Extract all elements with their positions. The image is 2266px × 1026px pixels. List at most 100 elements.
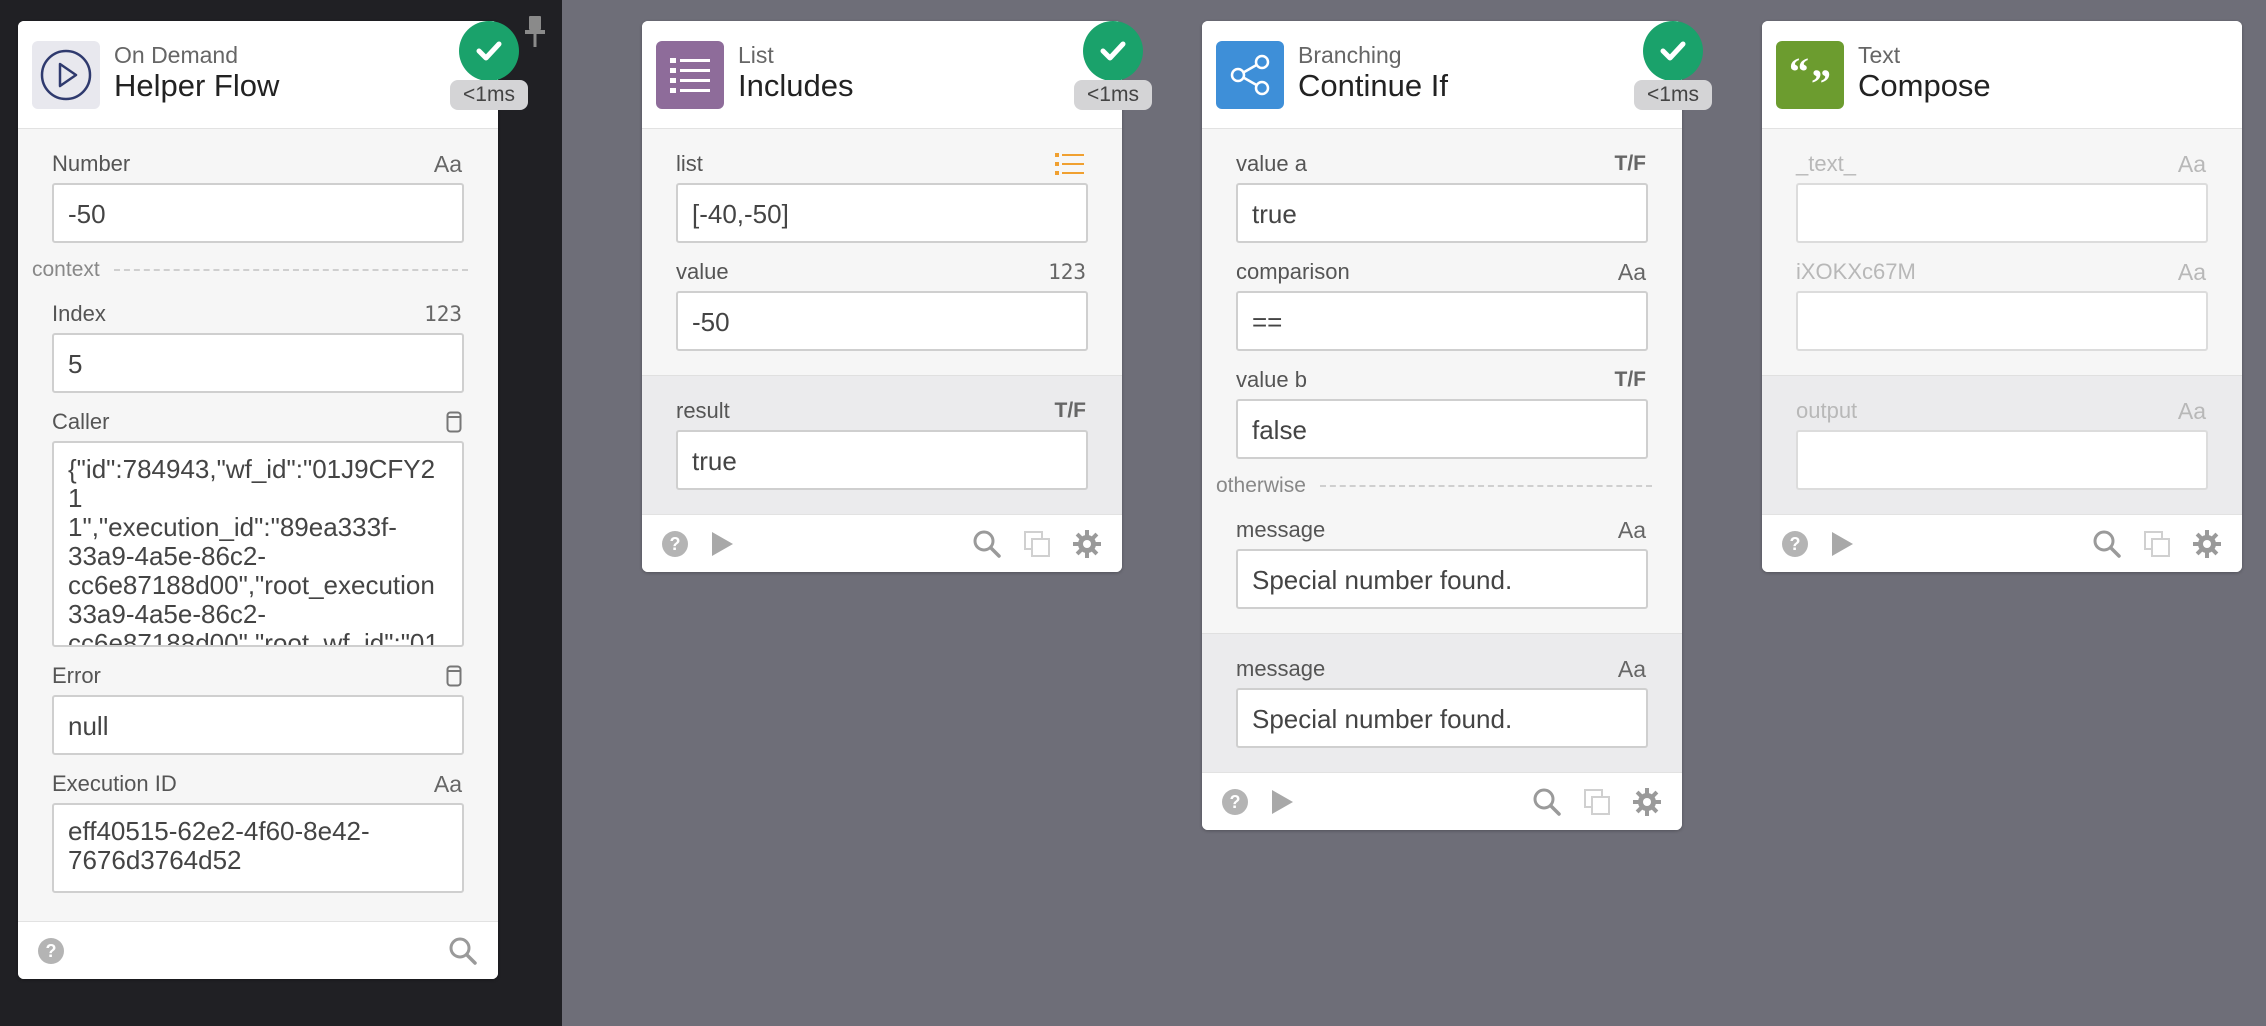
card-header[interactable]: List Includes bbox=[642, 21, 1122, 129]
execution-time: <1ms bbox=[1634, 80, 1712, 110]
variable-input[interactable] bbox=[1796, 291, 2208, 351]
field-label: Caller bbox=[52, 409, 110, 434]
boolean-type-icon: T/F bbox=[1054, 399, 1087, 422]
text-type-icon: Aa bbox=[1617, 655, 1646, 682]
field-number: Number Aa -50 bbox=[52, 145, 464, 243]
card-header[interactable]: Branching Continue If bbox=[1202, 21, 1682, 129]
field-comparison: comparison Aa == bbox=[1236, 253, 1648, 351]
field-output: output Aa bbox=[1796, 392, 2208, 490]
list-type-icon bbox=[1055, 153, 1084, 175]
play-icon[interactable] bbox=[1266, 787, 1296, 817]
copy-icon[interactable] bbox=[2142, 529, 2172, 559]
help-icon[interactable]: ? bbox=[1220, 787, 1250, 817]
field-label: value bbox=[676, 259, 729, 284]
card-title: Compose bbox=[1858, 68, 1991, 103]
card-footer: ? bbox=[1762, 514, 2242, 572]
field-label: list bbox=[676, 151, 703, 176]
card-category: Text bbox=[1858, 42, 1901, 68]
card-category: List bbox=[738, 42, 774, 68]
search-icon[interactable] bbox=[972, 529, 1002, 559]
card-title: Helper Flow bbox=[114, 68, 280, 103]
message-input[interactable]: Special number found. bbox=[1236, 549, 1648, 609]
field-list: list [-40,-50] bbox=[676, 145, 1088, 243]
play-icon[interactable] bbox=[1826, 529, 1856, 559]
card-header[interactable]: On Demand Helper Flow bbox=[18, 21, 498, 129]
gear-icon[interactable] bbox=[1632, 787, 1662, 817]
field-label: value a bbox=[1236, 151, 1307, 176]
boolean-type-icon: T/F bbox=[1614, 152, 1647, 175]
number-input[interactable]: -50 bbox=[52, 183, 464, 243]
continue-if-card[interactable]: Branching Continue If value a T/F true co… bbox=[1202, 21, 1682, 830]
svg-text:?: ? bbox=[1230, 792, 1241, 812]
svg-text:“: “ bbox=[1789, 57, 1809, 93]
number-type-icon: 123 bbox=[424, 302, 462, 326]
share-icon bbox=[1216, 41, 1284, 109]
execution-time: <1ms bbox=[450, 80, 528, 110]
card-category: On Demand bbox=[114, 42, 239, 68]
output-field[interactable] bbox=[1796, 430, 2208, 490]
section-divider: context bbox=[32, 253, 484, 287]
copy-icon[interactable] bbox=[1582, 787, 1612, 817]
list-icon bbox=[656, 41, 724, 109]
section-label: otherwise bbox=[1216, 474, 1306, 497]
copy-icon[interactable] bbox=[1022, 529, 1052, 559]
caller-input[interactable]: {"id":784943,"wf_id":"01J9CFY21 1","exec… bbox=[52, 441, 464, 647]
field-index: Index 123 5 bbox=[52, 295, 464, 393]
section-label: context bbox=[32, 258, 100, 281]
error-input[interactable]: null bbox=[52, 695, 464, 755]
execution-time: <1ms bbox=[1074, 80, 1152, 110]
gear-icon[interactable] bbox=[1072, 529, 1102, 559]
value-b-input[interactable]: false bbox=[1236, 399, 1648, 459]
search-icon[interactable] bbox=[448, 936, 478, 966]
field-value: value 123 -50 bbox=[676, 253, 1088, 351]
text-type-icon: Aa bbox=[1617, 516, 1646, 543]
field-label: Error bbox=[52, 663, 101, 688]
field-label: Execution ID bbox=[52, 771, 177, 796]
field-value-a: value a T/F true bbox=[1236, 145, 1648, 243]
text-compose-card[interactable]: “ ” Text Compose _text_ Aa iXOKXc67M Aa ou… bbox=[1762, 21, 2242, 572]
database-icon bbox=[446, 411, 462, 433]
list-includes-card[interactable]: List Includes list [-40,-50] value 123 -5… bbox=[642, 21, 1122, 572]
field-error: Error null bbox=[52, 657, 464, 755]
gear-icon[interactable] bbox=[2192, 529, 2222, 559]
check-icon bbox=[459, 21, 519, 81]
text-type-icon: Aa bbox=[2177, 397, 2206, 424]
index-input[interactable]: 5 bbox=[52, 333, 464, 393]
play-circle-icon bbox=[32, 41, 100, 109]
field-text: _text_ Aa bbox=[1796, 145, 2208, 243]
text-type-icon: Aa bbox=[2177, 258, 2206, 285]
output-section: result T/F true bbox=[642, 375, 1122, 514]
help-icon[interactable]: ? bbox=[660, 529, 690, 559]
card-header[interactable]: “ ” Text Compose bbox=[1762, 21, 2242, 129]
field-label: iXOKXc67M bbox=[1796, 259, 1916, 284]
search-icon[interactable] bbox=[1532, 787, 1562, 817]
helper-flow-card[interactable]: On Demand Helper Flow Number Aa -50 conte… bbox=[18, 21, 498, 979]
output-section: message Aa Special number found. bbox=[1202, 633, 1682, 772]
field-label: Number bbox=[52, 151, 131, 176]
execution-id-input[interactable]: eff40515-62e2-4f60-8e42- 7676d3764d52 bbox=[52, 803, 464, 893]
success-badge: <1ms bbox=[1074, 21, 1152, 117]
value-input[interactable]: -50 bbox=[676, 291, 1088, 351]
message-output[interactable]: Special number found. bbox=[1236, 688, 1648, 748]
field-execution-id: Execution ID Aa eff40515-62e2-4f60-8e42- … bbox=[52, 765, 464, 893]
text-input[interactable] bbox=[1796, 183, 2208, 243]
card-title: Continue If bbox=[1298, 68, 1448, 103]
field-label: _text_ bbox=[1796, 151, 1856, 176]
result-output[interactable]: true bbox=[676, 430, 1088, 490]
field-label: Index bbox=[52, 301, 106, 326]
comparison-input[interactable]: == bbox=[1236, 291, 1648, 351]
text-type-icon: Aa bbox=[433, 150, 462, 177]
search-icon[interactable] bbox=[2092, 529, 2122, 559]
field-label: result bbox=[676, 398, 730, 423]
value-a-input[interactable]: true bbox=[1236, 183, 1648, 243]
card-footer: ? bbox=[642, 514, 1122, 572]
database-icon bbox=[446, 665, 462, 687]
list-input[interactable]: [-40,-50] bbox=[676, 183, 1088, 243]
help-icon[interactable]: ? bbox=[1780, 529, 1810, 559]
field-label: comparison bbox=[1236, 259, 1350, 284]
card-footer: ? bbox=[1202, 772, 1682, 830]
field-value-b: value b T/F false bbox=[1236, 361, 1648, 459]
help-icon[interactable]: ? bbox=[36, 936, 66, 966]
play-icon[interactable] bbox=[706, 529, 736, 559]
field-caller: Caller {"id":784943,"wf_id":"01J9CFY21 1… bbox=[52, 403, 464, 647]
